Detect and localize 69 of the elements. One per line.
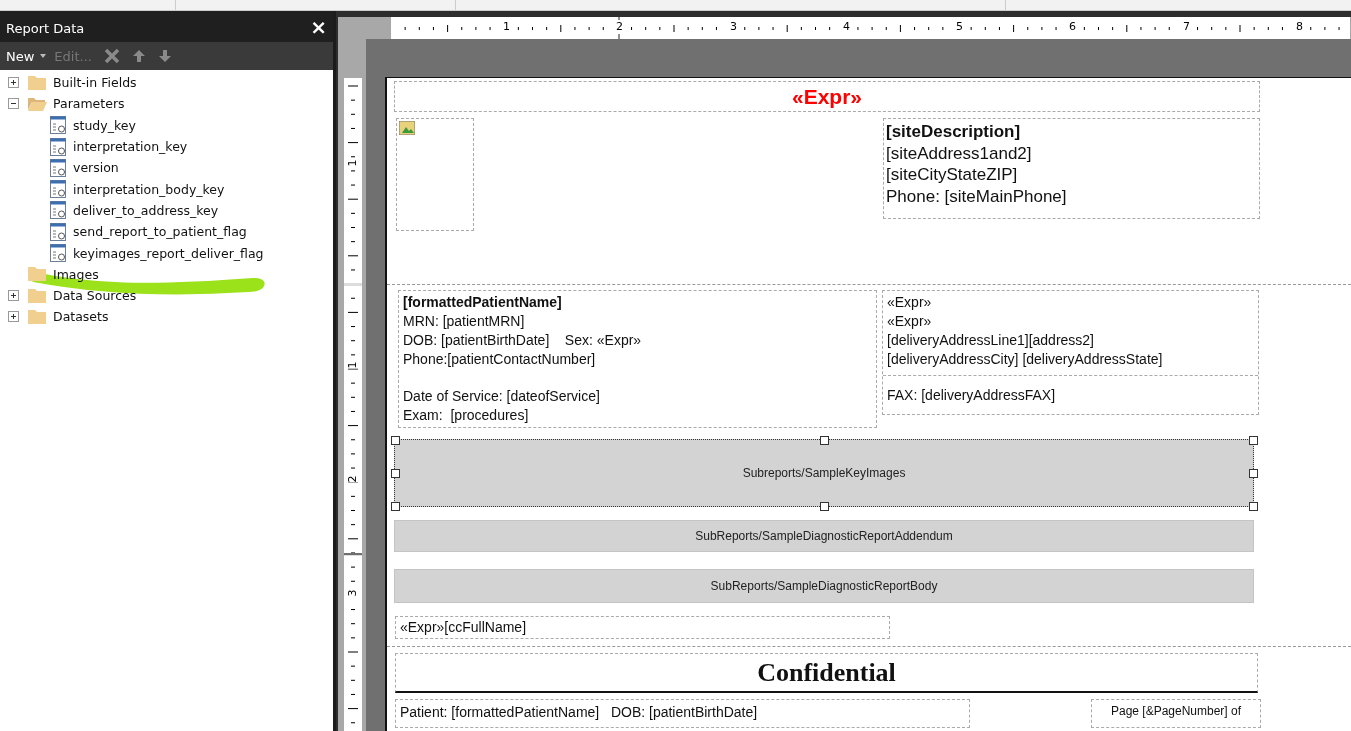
tree-item[interactable]: Built-in Fields	[53, 75, 137, 91]
tree-item[interactable]: version	[73, 160, 119, 176]
parameter-icon	[50, 201, 67, 220]
site-line: [siteCityStateZIP]	[886, 164, 1019, 186]
folder-icon	[27, 74, 47, 91]
patient-line: MRN: [patientMRN]	[403, 312, 526, 331]
tree-item[interactable]: interpretation_body_key	[73, 181, 225, 197]
patient-line: Phone:[patientContactNumber]	[403, 350, 597, 369]
ruler-number: 1	[346, 361, 359, 369]
confidential-heading[interactable]: Confidential	[395, 653, 1258, 693]
arrow-down-icon[interactable]	[157, 49, 172, 63]
resize-handle[interactable]	[820, 502, 829, 511]
resize-handle[interactable]	[1249, 469, 1258, 478]
delivery-line: [deliveryAddressLine1][address2]	[887, 331, 1095, 350]
tree-item[interactable]: interpretation_key	[73, 139, 188, 155]
site-line: Phone: [siteMainPhone]	[886, 185, 1068, 207]
fax-line: FAX: [deliveryAddressFAX]	[883, 375, 1258, 405]
ruler-number: 2	[616, 20, 623, 34]
parameter-icon	[50, 137, 67, 156]
expand-icon[interactable]	[8, 290, 19, 302]
resize-handle[interactable]	[391, 502, 400, 511]
service-line: Date of Service: [dateofService]	[403, 387, 601, 406]
footer-page[interactable]: Page [&PageNumber] of	[1091, 699, 1261, 728]
ruler-number: 3	[346, 589, 359, 597]
ruler-number: 2	[346, 475, 359, 483]
tree-item[interactable]: send_report_to_patient_flag	[73, 224, 247, 240]
expand-icon[interactable]	[8, 311, 19, 323]
panel-title: Report Data	[6, 21, 85, 36]
patient-name: [formattedPatientName]	[403, 293, 563, 312]
open-folder-icon	[27, 95, 47, 112]
resize-handle[interactable]	[391, 469, 400, 478]
service-line: Exam: [procedures]	[403, 406, 530, 425]
collapse-icon[interactable]	[8, 98, 19, 110]
resize-handle[interactable]	[1249, 502, 1258, 511]
new-button[interactable]: New	[6, 48, 47, 64]
close-button[interactable]: ×	[310, 16, 327, 37]
expand-icon[interactable]	[8, 77, 19, 89]
patient-line: DOB: [patientBirthDate] Sex: «Expr»	[403, 331, 643, 350]
parameter-icon	[50, 244, 67, 262]
delivery-line: [deliveryAddressCity] [deliveryAddressState]	[887, 350, 1164, 369]
footer-patient[interactable]: Patient: [formattedPatientName] DOB: [patientBirthDate]	[395, 699, 970, 728]
parameter-icon	[50, 158, 67, 177]
tree-item[interactable]: Datasets	[53, 309, 109, 325]
arrow-up-icon[interactable]	[131, 49, 146, 63]
site-line: [siteAddress1and2]	[886, 142, 1033, 164]
delivery-line: «Expr»	[887, 293, 933, 312]
site-name: [siteDescription]	[886, 121, 1022, 143]
subreport[interactable]: SubReports/SampleDiagnosticReportAddendum	[394, 520, 1254, 552]
resize-handle[interactable]	[1249, 436, 1258, 445]
delete-icon[interactable]	[103, 48, 120, 64]
tree-item[interactable]: Images	[53, 266, 99, 282]
folder-icon	[27, 266, 47, 283]
resize-handle[interactable]	[391, 436, 400, 445]
parameter-icon	[50, 180, 67, 199]
image-icon	[399, 121, 415, 135]
tree-item[interactable]: Data Sources	[53, 288, 137, 304]
tree-item[interactable]: keyimages_report_deliver_flag	[73, 245, 264, 261]
tree-item[interactable]: deliver_to_address_key	[73, 202, 219, 218]
parameter-icon	[50, 222, 67, 241]
folder-icon	[27, 287, 47, 304]
subreport[interactable]: SubReports/SampleDiagnosticReportBody	[394, 569, 1254, 603]
tree-item[interactable]: Parameters	[53, 96, 125, 112]
ruler-number: 1	[346, 159, 359, 167]
resize-handle[interactable]	[820, 436, 829, 445]
parameter-icon	[50, 116, 67, 135]
delivery-line: «Expr»	[887, 312, 933, 331]
folder-icon	[27, 308, 47, 325]
report-title[interactable]: «Expr»	[394, 81, 1260, 112]
tree-item[interactable]: study_key	[73, 117, 136, 133]
